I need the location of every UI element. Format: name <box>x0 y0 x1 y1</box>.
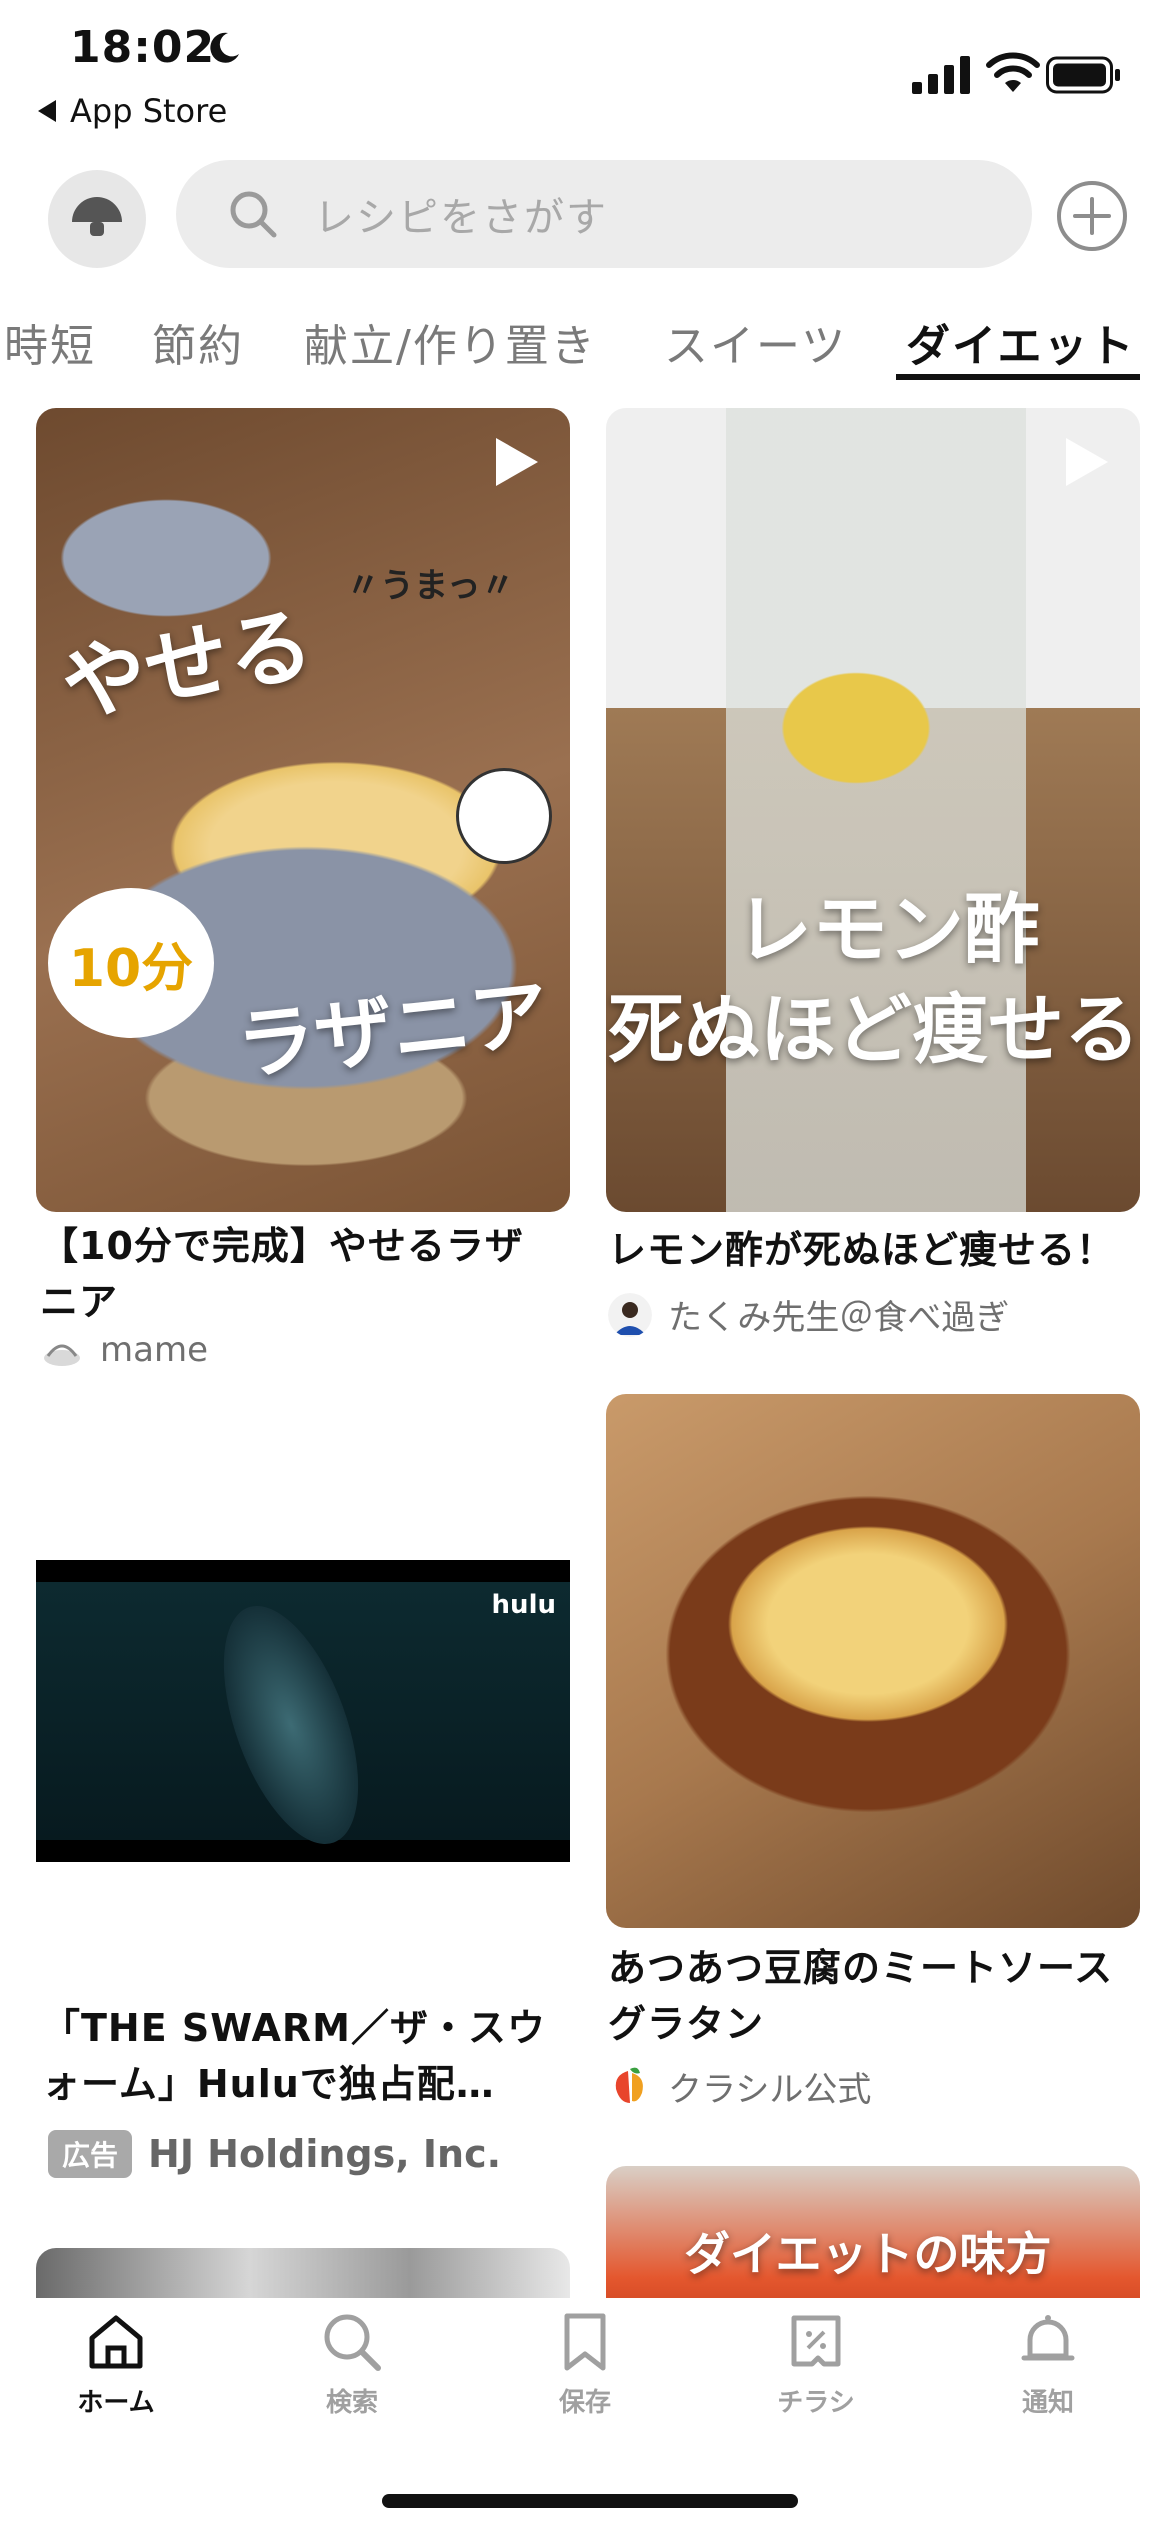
play-icon <box>1066 438 1108 486</box>
recipe-author[interactable]: たくみ先生＠食べ過ぎ <box>608 1290 1009 1339</box>
search-icon <box>324 2314 381 2371</box>
recipe-image-tofu-gratin[interactable] <box>606 1394 1140 1928</box>
nav-saved[interactable]: 保存 <box>505 2310 665 2419</box>
ad-image[interactable]: hulu <box>36 1560 570 1862</box>
flyer-icon <box>791 2315 841 2367</box>
image-text-shinuhodo: 死ぬほど痩せる <box>608 985 1140 1074</box>
tab-kondate[interactable]: 献立/作り置き <box>304 310 597 374</box>
whale-silhouette <box>196 1588 386 1862</box>
bell-icon <box>1021 2315 1075 2361</box>
wifi-icon <box>986 52 1040 92</box>
chef-illustration-icon <box>456 768 552 864</box>
recipe-image-lasagna[interactable]: やせる 〃うまっ〃 10分 ラザニア <box>36 408 570 1212</box>
recipe-author[interactable]: クラシル公式 <box>608 2062 871 2111</box>
recipe-title[interactable]: レモン酢が死ぬほど痩せる！ <box>608 1222 1148 1278</box>
image-text-umatt: 〃うまっ〃 <box>346 566 515 606</box>
nav-flyer[interactable]: チラシ <box>736 2310 896 2419</box>
recipe-title[interactable]: あつあつ豆腐のミートソースグラタン <box>608 1940 1148 2052</box>
hulu-logo: hulu <box>491 1590 556 1620</box>
back-app-label: App Store <box>70 92 228 130</box>
search-icon <box>230 191 277 238</box>
search-bar[interactable]: レシピをさがす <box>176 160 1032 268</box>
time-badge: 10分 <box>48 888 214 1038</box>
add-button[interactable] <box>1056 180 1128 252</box>
recipe-author[interactable]: mame <box>40 1328 208 1372</box>
author-name: たくみ先生＠食べ過ぎ <box>668 1298 1010 1338</box>
ad-advertiser-row[interactable]: 広告 HJ Holdings, Inc. <box>48 2130 501 2178</box>
home-indicator <box>382 2494 798 2508</box>
active-tab-indicator <box>896 374 1140 380</box>
nav-notifications[interactable]: 通知 <box>968 2310 1128 2419</box>
ad-advertiser: HJ Holdings, Inc. <box>148 2132 502 2176</box>
user-avatar-button[interactable] <box>48 170 146 268</box>
mushroom-icon <box>72 197 122 236</box>
author-name: mame <box>100 1330 208 1370</box>
kurashiru-logo-icon <box>615 2067 643 2103</box>
ad-badge: 広告 <box>48 2130 133 2178</box>
tab-diet[interactable]: ダイエット <box>906 310 1136 374</box>
ad-title[interactable]: 「THE SWARM／ザ・スウォーム」Huluで独占配… <box>42 2000 562 2112</box>
nav-search[interactable]: 検索 <box>272 2310 432 2419</box>
author-avatar <box>44 1344 80 1366</box>
tab-jitan[interactable]: 時短 <box>4 310 96 374</box>
category-tabs: 時短 節約 献立/作り置き スイーツ ダイエット <box>0 300 1170 382</box>
search-placeholder: レシピをさがす <box>314 195 608 241</box>
author-avatar <box>608 1292 652 1337</box>
tab-sweets[interactable]: スイーツ <box>664 310 847 374</box>
bookmark-icon <box>564 2313 606 2371</box>
home-icon <box>89 2315 143 2369</box>
tab-setsuyaku[interactable]: 節約 <box>152 310 244 374</box>
back-arrow-icon <box>38 100 56 122</box>
moon-icon <box>210 32 239 63</box>
recipe-title[interactable]: 【10分で完成】やせるラザニア <box>40 1218 560 1330</box>
image-text-lemon-vinegar: レモン酢 <box>736 885 1040 974</box>
recipe-image-lemon-vinegar[interactable]: レモン酢 死ぬほど痩せる <box>606 408 1140 1212</box>
cellular-signal-icon <box>912 56 970 94</box>
status-time: 18:02 <box>70 22 216 73</box>
author-name: クラシル公式 <box>668 2070 872 2110</box>
image-text-yaseru: やせる <box>54 594 320 736</box>
image-text-lasagna: ラザニア <box>232 969 553 1093</box>
nav-home[interactable]: ホーム <box>36 2310 196 2419</box>
back-to-app-store[interactable]: App Store <box>38 92 227 130</box>
image-text-diet-ally: ダイエットの味方 <box>684 2227 1052 2281</box>
play-icon <box>496 438 538 486</box>
battery-icon <box>1046 56 1120 94</box>
